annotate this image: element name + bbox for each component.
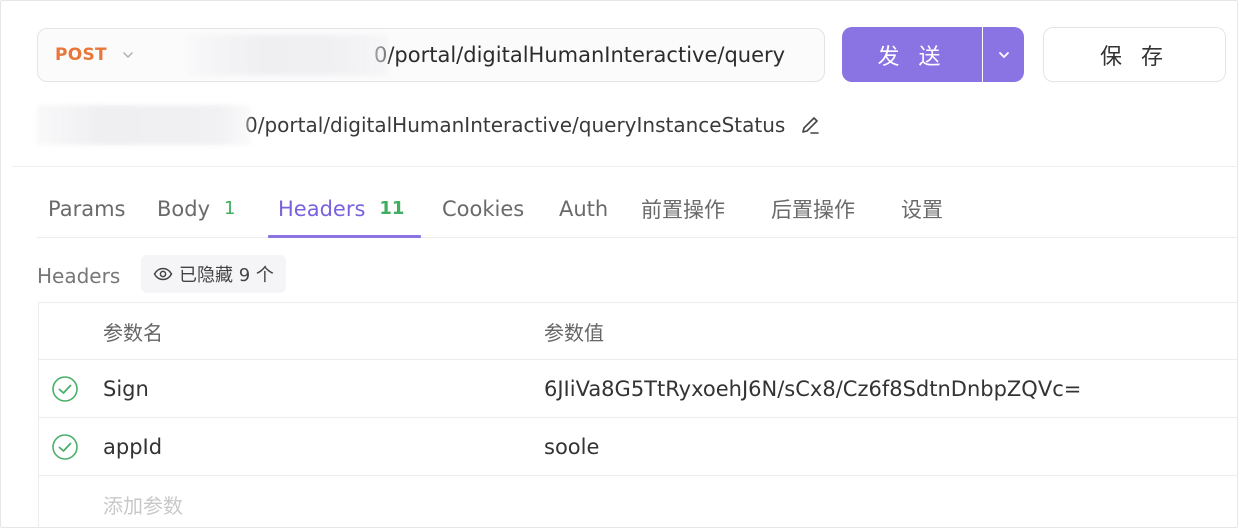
tab-post-operations[interactable]: 后置操作: [771, 180, 855, 237]
request-tabs: Params Body 1 Headers 11 Cookies Auth 前置…: [37, 180, 1238, 238]
active-tab-indicator: [268, 235, 421, 238]
tab-settings[interactable]: 设置: [901, 180, 943, 237]
resolved-url: 0/portal/digitalHumanInteractive/queryIn…: [37, 103, 821, 147]
tab-label: 设置: [901, 197, 943, 222]
param-value[interactable]: 6JIiVa8G5TtRyxoehJ6N/sCx8/Cz6f8SdtnDnbpZ…: [544, 360, 1081, 417]
headers-section-title: Headers: [37, 264, 121, 288]
tab-headers[interactable]: Headers 11: [278, 180, 404, 237]
send-options-dropdown[interactable]: [983, 27, 1024, 82]
method-selector[interactable]: POST: [38, 45, 188, 65]
chevron-down-icon: [121, 48, 135, 62]
tab-label: Cookies: [442, 196, 525, 221]
param-value[interactable]: soole: [544, 418, 599, 475]
divider: [12, 166, 1238, 167]
add-param-placeholder[interactable]: 添加参数: [103, 476, 183, 528]
table-row: appId soole: [39, 418, 1238, 476]
redacted-host: [37, 105, 251, 145]
chevron-down-icon: [996, 47, 1012, 63]
tab-params[interactable]: Params: [48, 180, 126, 237]
tab-label: Params: [48, 196, 126, 221]
tab-label: Headers: [278, 196, 366, 221]
tab-pre-operations[interactable]: 前置操作: [641, 180, 725, 237]
url-bar[interactable]: POST 0/portal/digitalHumanInteractive/qu…: [37, 28, 825, 82]
tab-count: 11: [379, 198, 405, 219]
tab-label: Body: [157, 196, 211, 221]
eye-icon: [153, 267, 173, 281]
edit-pencil-icon[interactable]: [799, 114, 821, 136]
param-name[interactable]: Sign: [103, 360, 149, 417]
hidden-headers-toggle[interactable]: 已隐藏 9 个: [141, 255, 286, 293]
table-header-row: 参数名 参数值: [39, 303, 1238, 360]
hidden-headers-label: 已隐藏 9 个: [179, 265, 274, 286]
param-name[interactable]: appId: [103, 418, 162, 475]
url-input[interactable]: 0/portal/digitalHumanInteractive/query: [374, 43, 824, 67]
tab-label: Auth: [559, 196, 609, 221]
tab-count: 1: [224, 198, 236, 219]
check-circle-icon[interactable]: [51, 433, 79, 461]
save-button[interactable]: 保 存: [1043, 27, 1226, 82]
check-circle-icon[interactable]: [51, 375, 79, 403]
redacted-host: [188, 35, 388, 75]
tab-label: 前置操作: [641, 197, 725, 222]
tab-body[interactable]: Body 1: [157, 180, 235, 237]
tab-label: 后置操作: [771, 197, 855, 222]
send-button[interactable]: 发 送: [842, 27, 982, 82]
column-header-value: 参数值: [544, 320, 604, 345]
table-row: Sign 6JIiVa8G5TtRyxoehJ6N/sCx8/Cz6f8Sdtn…: [39, 360, 1238, 418]
tab-cookies[interactable]: Cookies: [442, 180, 524, 237]
column-header-name: 参数名: [103, 320, 163, 345]
method-label: POST: [55, 45, 107, 65]
add-param-row[interactable]: 添加参数: [39, 476, 1238, 528]
headers-table: 参数名 参数值 Sign 6JIiVa8G5TtRyxoehJ6N/sCx8/C…: [38, 302, 1238, 528]
resolved-url-text: 0/portal/digitalHumanInteractive/queryIn…: [245, 113, 786, 137]
tab-auth[interactable]: Auth: [559, 180, 608, 237]
